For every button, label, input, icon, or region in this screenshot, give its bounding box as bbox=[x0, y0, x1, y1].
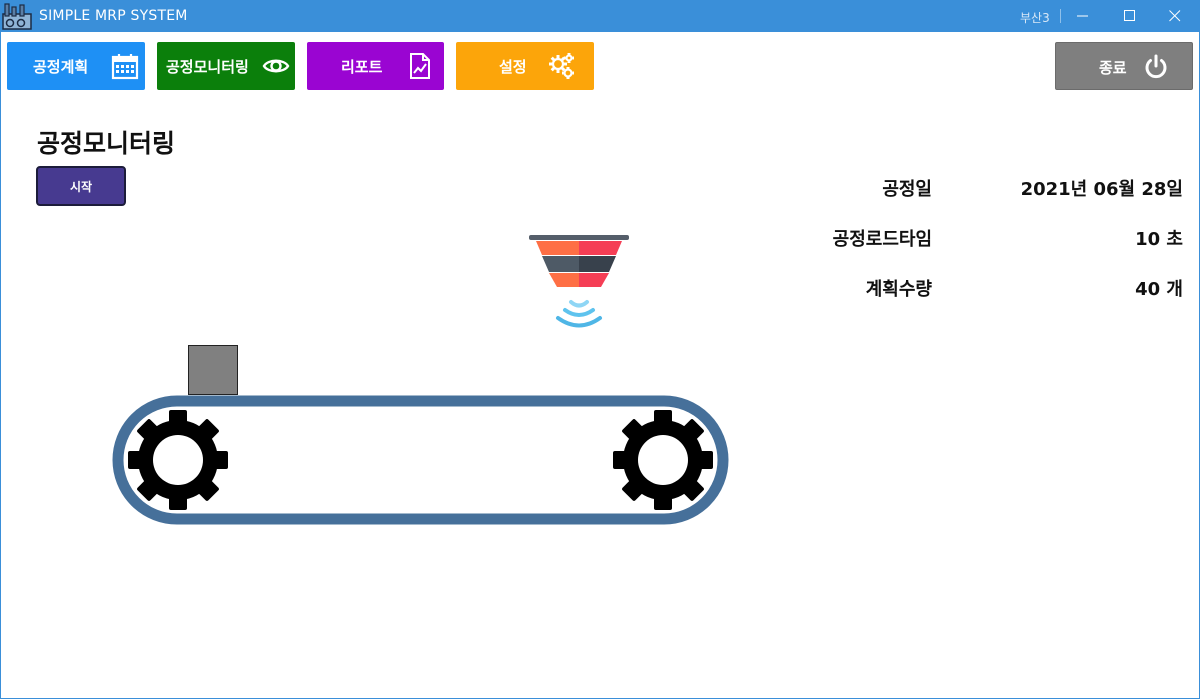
plan-quantity-label: 계획수량 bbox=[865, 279, 932, 300]
right-gear-icon bbox=[613, 410, 713, 510]
close-button[interactable] bbox=[1152, 0, 1198, 32]
plan-quantity-value: 40 개 bbox=[1135, 279, 1183, 300]
load-time-label: 공정로드타임 bbox=[832, 229, 932, 250]
minimize-icon bbox=[1077, 15, 1088, 17]
product-box bbox=[188, 345, 238, 395]
exit-label: 종료 bbox=[1099, 59, 1127, 77]
minimize-button[interactable] bbox=[1060, 0, 1106, 32]
conveyor-scene bbox=[112, 235, 729, 525]
sensor-icon bbox=[529, 235, 629, 328]
left-gear-icon bbox=[128, 410, 228, 510]
exit-button[interactable]: 종료 bbox=[1055, 42, 1193, 90]
maximize-icon bbox=[1124, 10, 1135, 21]
process-date-value: 2021년 06월 28일 bbox=[1020, 179, 1183, 200]
power-icon bbox=[1145, 54, 1167, 79]
load-time-value: 10 초 bbox=[1135, 229, 1183, 250]
close-icon bbox=[1169, 10, 1181, 22]
maximize-button[interactable] bbox=[1107, 0, 1153, 32]
user-label: 부산3 bbox=[1020, 11, 1050, 25]
process-date-label: 공정일 bbox=[882, 179, 932, 200]
